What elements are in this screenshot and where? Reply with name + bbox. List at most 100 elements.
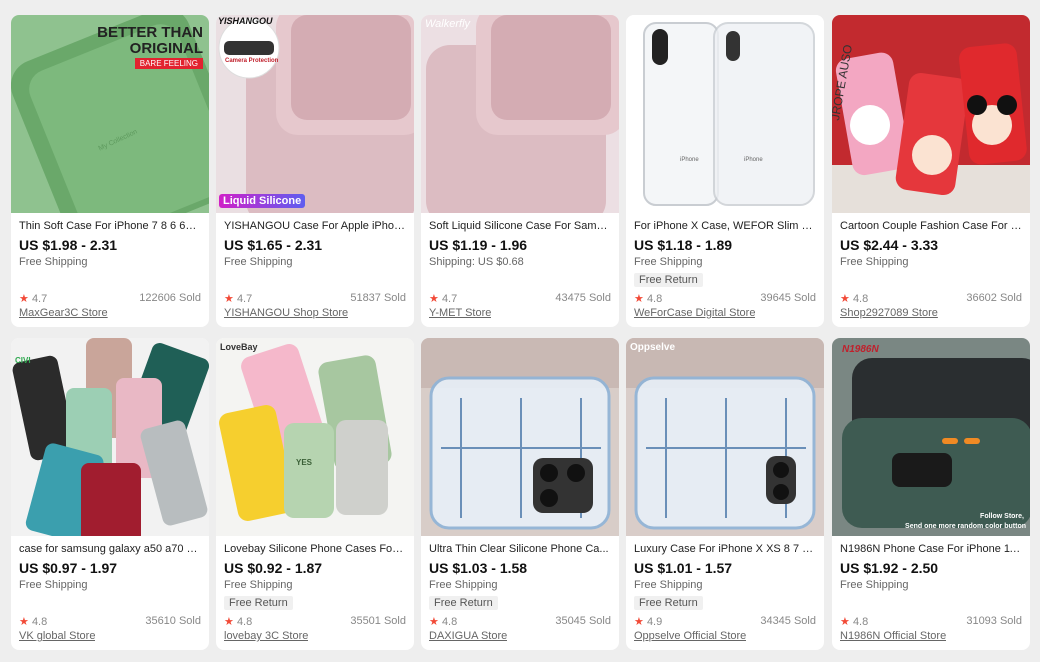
star-icon: ★ bbox=[429, 616, 439, 628]
brand-logo: N1986N bbox=[842, 344, 879, 355]
product-card[interactable]: CIVI case for samsung galaxy a50 a70 a..… bbox=[11, 338, 209, 650]
free-return-badge: Free Return bbox=[429, 596, 498, 610]
product-card[interactable]: JROPE AUSO Cartoon Couple Fashion Case F… bbox=[832, 15, 1030, 327]
headline-line2: ORIGINAL bbox=[129, 40, 203, 57]
sold-count: 34345 Sold bbox=[760, 615, 816, 627]
product-image[interactable]: Walkerfly bbox=[421, 15, 619, 213]
rating-value: 4.8 bbox=[236, 616, 253, 628]
star-icon: ★ bbox=[224, 293, 234, 305]
rating: ★ 4.8 bbox=[429, 615, 457, 628]
free-return-badge: Free Return bbox=[224, 596, 293, 610]
product-price: US $0.97 - 1.97 bbox=[19, 560, 118, 576]
star-icon: ★ bbox=[224, 616, 234, 628]
product-price: US $1.92 - 2.50 bbox=[840, 560, 939, 576]
store-link[interactable]: N1986N Official Store bbox=[840, 630, 946, 642]
shipping-info: Free Shipping bbox=[634, 256, 703, 268]
product-image[interactable] bbox=[421, 338, 619, 536]
product-image[interactable]: BETTER THAN ORIGINAL BARE FEELING My Col… bbox=[11, 15, 209, 213]
promo-note-line2: Send one more random color button bbox=[905, 523, 1026, 530]
product-title[interactable]: Soft Liquid Silicone Case For Sams... bbox=[429, 220, 611, 232]
product-title[interactable]: YISHANGOU Case For Apple iPhon... bbox=[224, 220, 406, 232]
store-link[interactable]: Oppselve Official Store bbox=[634, 630, 746, 642]
rating-value: 4.7 bbox=[31, 293, 48, 305]
rating-value: 4.8 bbox=[852, 616, 869, 628]
product-image[interactable]: CIVI bbox=[11, 338, 209, 536]
product-title[interactable]: Luxury Case For iPhone X XS 8 7 6 ... bbox=[634, 543, 816, 555]
camera-protection-label: Camera Protection bbox=[225, 58, 279, 64]
product-price: US $1.65 - 2.31 bbox=[224, 237, 323, 253]
rating-value: 4.8 bbox=[646, 293, 663, 305]
product-title[interactable]: Lovebay Silicone Phone Cases For i... bbox=[224, 543, 406, 555]
star-icon: ★ bbox=[19, 616, 29, 628]
rating: ★ 4.8 bbox=[840, 615, 868, 628]
shipping-info: Free Shipping bbox=[19, 256, 88, 268]
product-image[interactable]: Oppselve bbox=[626, 338, 824, 536]
store-link[interactable]: VK global Store bbox=[19, 630, 95, 642]
store-link[interactable]: Y-MET Store bbox=[429, 307, 491, 319]
shipping-info: Free Shipping bbox=[224, 579, 293, 591]
sold-count: 51837 Sold bbox=[350, 292, 406, 304]
store-link[interactable]: YISHANGOU Shop Store bbox=[224, 307, 348, 319]
rating: ★ 4.7 bbox=[429, 292, 457, 305]
brand-logo: LoveBay bbox=[220, 342, 258, 352]
product-card[interactable]: Walkerfly Soft Liquid Silicone Case For … bbox=[421, 15, 619, 327]
free-return-badge: Free Return bbox=[634, 273, 703, 287]
liquid-silicone-label: Liquid Silicone bbox=[219, 194, 306, 208]
product-price: US $1.03 - 1.58 bbox=[429, 560, 528, 576]
product-title[interactable]: Ultra Thin Clear Silicone Phone Ca... bbox=[429, 543, 611, 555]
product-card[interactable]: Oppselve Luxury Case For iPhone X XS 8 7… bbox=[626, 338, 824, 650]
rating: ★ 4.8 bbox=[634, 292, 662, 305]
product-title[interactable]: Thin Soft Case For iPhone 7 8 6 6s ... bbox=[19, 220, 201, 232]
headline-line1: BETTER THAN bbox=[97, 24, 203, 41]
shipping-info: Shipping: US $0.68 bbox=[429, 256, 524, 268]
product-card[interactable]: iPhone iPhone For iPhone X Case, WEFOR S… bbox=[626, 15, 824, 327]
product-price: US $0.92 - 1.87 bbox=[224, 560, 323, 576]
product-card[interactable]: N1986N Follow Store, Send one more rando… bbox=[832, 338, 1030, 650]
star-icon: ★ bbox=[634, 616, 644, 628]
shipping-info: Free Shipping bbox=[19, 579, 88, 591]
phone-label-1: iPhone bbox=[680, 157, 699, 163]
product-image[interactable]: YISHANGOU Camera Protection Liquid Silic… bbox=[216, 15, 414, 213]
rating: ★ 4.8 bbox=[224, 615, 252, 628]
brand-logo: CIVI bbox=[15, 356, 31, 365]
shipping-info: Free Shipping bbox=[224, 256, 293, 268]
product-title[interactable]: Cartoon Couple Fashion Case For i... bbox=[840, 220, 1022, 232]
product-title[interactable]: For iPhone X Case, WEFOR Slim Cle... bbox=[634, 220, 816, 232]
rating: ★ 4.7 bbox=[19, 292, 47, 305]
promo-note-line1: Follow Store, bbox=[980, 513, 1024, 520]
star-icon: ★ bbox=[634, 293, 644, 305]
product-card[interactable]: YISHANGOU Camera Protection Liquid Silic… bbox=[216, 15, 414, 327]
product-title[interactable]: N1986N Phone Case For iPhone 11... bbox=[840, 543, 1022, 555]
store-link[interactable]: lovebay 3C Store bbox=[224, 630, 308, 642]
phone-label-2: iPhone bbox=[744, 157, 763, 163]
star-icon: ★ bbox=[19, 293, 29, 305]
star-icon: ★ bbox=[429, 293, 439, 305]
rating-value: 4.9 bbox=[646, 616, 663, 628]
store-link[interactable]: DAXIGUA Store bbox=[429, 630, 507, 642]
product-price: US $1.18 - 1.89 bbox=[634, 237, 733, 253]
store-link[interactable]: Shop2927089 Store bbox=[840, 307, 938, 319]
sold-count: 43475 Sold bbox=[555, 292, 611, 304]
product-price: US $1.01 - 1.57 bbox=[634, 560, 733, 576]
product-image[interactable]: LoveBay YES bbox=[216, 338, 414, 536]
product-card[interactable]: LoveBay YES Lovebay Silicone Phone Cases… bbox=[216, 338, 414, 650]
product-image[interactable]: N1986N Follow Store, Send one more rando… bbox=[832, 338, 1030, 536]
sold-count: 35501 Sold bbox=[350, 615, 406, 627]
product-price: US $2.44 - 3.33 bbox=[840, 237, 939, 253]
product-card[interactable]: Ultra Thin Clear Silicone Phone Ca... US… bbox=[421, 338, 619, 650]
shipping-info: Free Shipping bbox=[840, 256, 909, 268]
sold-count: 36602 Sold bbox=[966, 292, 1022, 304]
rating-value: 4.8 bbox=[441, 616, 458, 628]
sold-count: 122606 Sold bbox=[139, 292, 201, 304]
store-link[interactable]: MaxGear3C Store bbox=[19, 307, 108, 319]
brand-logo: Oppselve bbox=[630, 342, 676, 353]
sold-count: 35610 Sold bbox=[145, 615, 201, 627]
store-link[interactable]: WeForCase Digital Store bbox=[634, 307, 755, 319]
product-title[interactable]: case for samsung galaxy a50 a70 a... bbox=[19, 543, 201, 555]
sold-count: 35045 Sold bbox=[555, 615, 611, 627]
product-image[interactable]: iPhone iPhone bbox=[626, 15, 824, 213]
product-image[interactable]: JROPE AUSO bbox=[832, 15, 1030, 213]
product-card[interactable]: BETTER THAN ORIGINAL BARE FEELING My Col… bbox=[11, 15, 209, 327]
rating-value: 4.8 bbox=[852, 293, 869, 305]
star-icon: ★ bbox=[840, 616, 850, 628]
